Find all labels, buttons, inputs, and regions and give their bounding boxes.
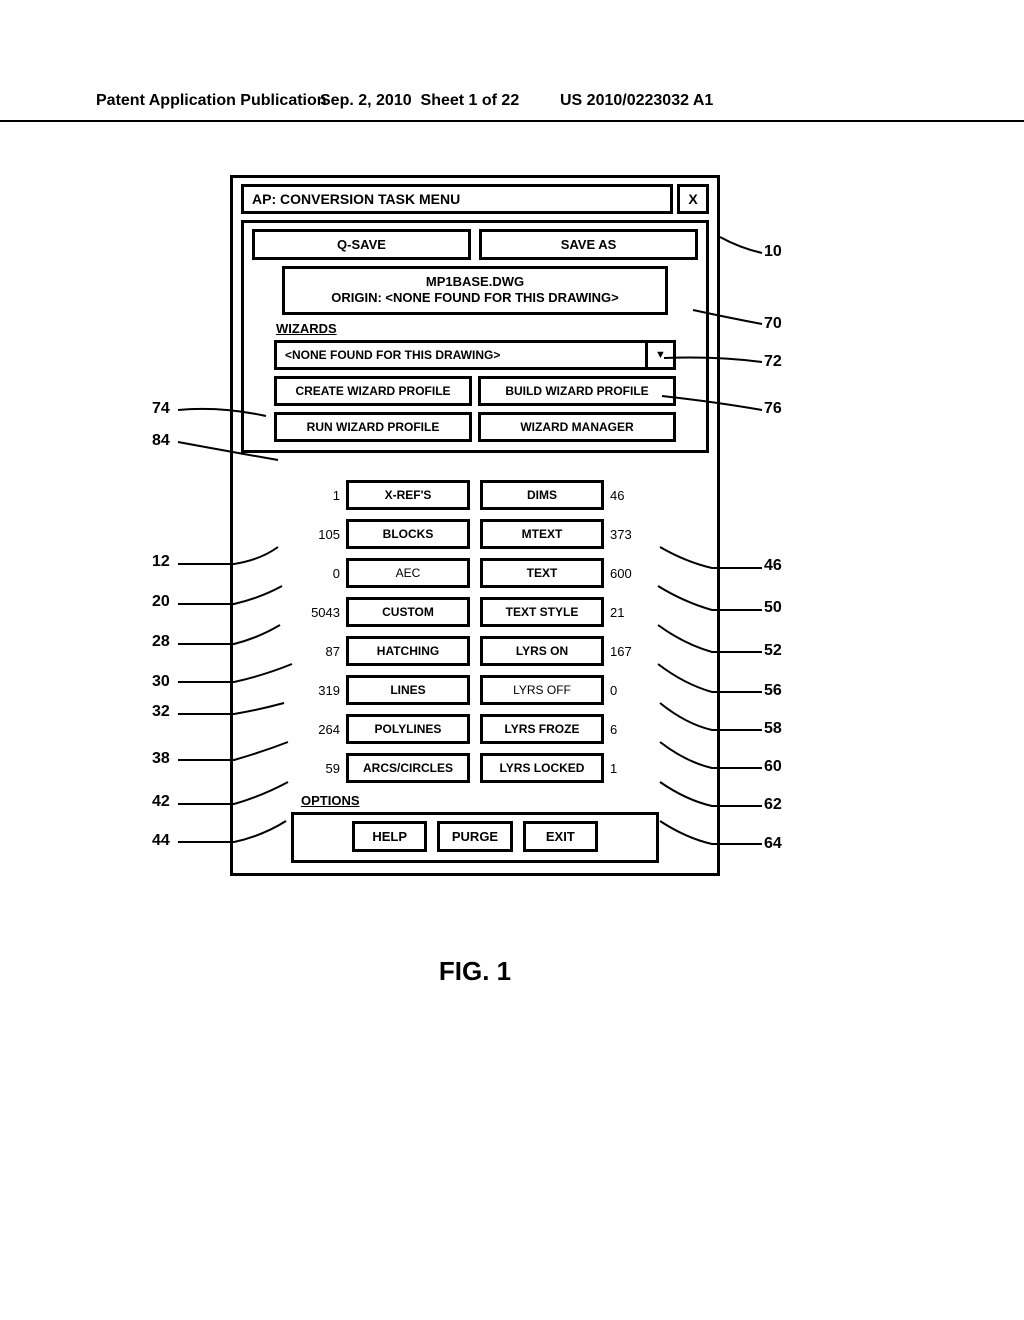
stat-count: 6 (604, 722, 654, 737)
stat-row: 59ARCS/CIRCLES (296, 752, 470, 785)
stat-count: 167 (604, 644, 654, 659)
stat-count: 46 (604, 488, 654, 503)
run-wizard-button[interactable]: RUN WIZARD PROFILE (274, 412, 472, 442)
callout-10: 10 (764, 243, 782, 261)
callout-20: 20 (152, 593, 170, 611)
stat-count: 105 (296, 527, 346, 542)
callout-64: 64 (764, 835, 782, 853)
qsave-button[interactable]: Q-SAVE (252, 229, 471, 260)
stat-button[interactable]: TEXT STYLE (480, 597, 604, 627)
stat-count: 1 (604, 761, 654, 776)
stat-row: 264POLYLINES (296, 713, 470, 746)
create-wizard-button[interactable]: CREATE WIZARD PROFILE (274, 376, 472, 406)
stat-button[interactable]: POLYLINES (346, 714, 470, 744)
stat-count: 1 (296, 488, 346, 503)
close-button[interactable]: X (677, 184, 709, 214)
help-button[interactable]: HELP (352, 821, 427, 852)
stat-count: 0 (296, 566, 346, 581)
stat-count: 264 (296, 722, 346, 737)
dialog-title: AP: CONVERSION TASK MENU (241, 184, 673, 214)
stat-count: 0 (604, 683, 654, 698)
stat-button[interactable]: LYRS ON (480, 636, 604, 666)
exit-button[interactable]: EXIT (523, 821, 598, 852)
stat-button[interactable]: LYRS OFF (480, 675, 604, 705)
stat-row: MTEXT373 (480, 518, 654, 551)
stat-button[interactable]: BLOCKS (346, 519, 470, 549)
header-date: Sep. 2, 2010 Sheet 1 of 22 (320, 92, 519, 110)
saveas-button[interactable]: SAVE AS (479, 229, 698, 260)
stat-button[interactable]: MTEXT (480, 519, 604, 549)
stat-button[interactable]: LYRS LOCKED (480, 753, 604, 783)
file-info: MP1BASE.DWG ORIGIN: <NONE FOUND FOR THIS… (282, 266, 668, 315)
save-group: Q-SAVE SAVE AS MP1BASE.DWG ORIGIN: <NONE… (241, 220, 709, 453)
stats-area: 1X-REF'S105BLOCKS0AEC5043CUSTOM87HATCHIN… (241, 479, 709, 785)
stat-count: 319 (296, 683, 346, 698)
options-heading: OPTIONS (241, 793, 709, 808)
stat-button[interactable]: CUSTOM (346, 597, 470, 627)
stat-row: TEXT600 (480, 557, 654, 590)
stat-count: 21 (604, 605, 654, 620)
stat-button[interactable]: TEXT (480, 558, 604, 588)
stat-button[interactable]: LINES (346, 675, 470, 705)
callout-52: 52 (764, 642, 782, 660)
callout-76: 76 (764, 400, 782, 418)
callout-62: 62 (764, 796, 782, 814)
wizard-manager-button[interactable]: WIZARD MANAGER (478, 412, 676, 442)
callout-28: 28 (152, 633, 170, 651)
callout-12: 12 (152, 553, 170, 571)
callout-56: 56 (764, 682, 782, 700)
stat-row: 105BLOCKS (296, 518, 470, 551)
callout-60: 60 (764, 758, 782, 776)
stat-button[interactable]: AEC (346, 558, 470, 588)
stat-row: DIMS46 (480, 479, 654, 512)
stat-count: 600 (604, 566, 654, 581)
callout-70: 70 (764, 315, 782, 333)
header-pubno: US 2010/0223032 A1 (560, 92, 713, 110)
callout-46: 46 (764, 557, 782, 575)
callout-42: 42 (152, 793, 170, 811)
chevron-down-icon[interactable]: ▼ (645, 343, 673, 367)
callout-38: 38 (152, 750, 170, 768)
stat-row: 1X-REF'S (296, 479, 470, 512)
stat-count: 87 (296, 644, 346, 659)
stat-button[interactable]: X-REF'S (346, 480, 470, 510)
callout-32: 32 (152, 703, 170, 721)
stat-count: 59 (296, 761, 346, 776)
dialog-frame: AP: CONVERSION TASK MENU X Q-SAVE SAVE A… (230, 175, 720, 876)
options-group: HELP PURGE EXIT (291, 812, 659, 863)
callout-58: 58 (764, 720, 782, 738)
callout-84: 84 (152, 432, 170, 450)
wizards-heading: WIZARDS (252, 321, 698, 336)
stat-button[interactable]: DIMS (480, 480, 604, 510)
stat-button[interactable]: ARCS/CIRCLES (346, 753, 470, 783)
stat-row: LYRS ON167 (480, 635, 654, 668)
figure-caption: FIG. 1 (230, 956, 720, 987)
wizard-dropdown[interactable]: <NONE FOUND FOR THIS DRAWING> ▼ (274, 340, 676, 370)
callout-72: 72 (764, 353, 782, 371)
purge-button[interactable]: PURGE (437, 821, 512, 852)
stat-row: LYRS FROZE6 (480, 713, 654, 746)
callout-74: 74 (152, 400, 170, 418)
wizard-dropdown-value: <NONE FOUND FOR THIS DRAWING> (277, 343, 645, 367)
header-publication: Patent Application Publication (96, 92, 327, 110)
build-wizard-button[interactable]: BUILD WIZARD PROFILE (478, 376, 676, 406)
header-divider (0, 120, 1024, 122)
callout-44: 44 (152, 832, 170, 850)
stat-row: 5043CUSTOM (296, 596, 470, 629)
stat-row: 87HATCHING (296, 635, 470, 668)
stat-count: 373 (604, 527, 654, 542)
callout-30: 30 (152, 673, 170, 691)
stat-row: LYRS OFF0 (480, 674, 654, 707)
stat-row: 319LINES (296, 674, 470, 707)
stat-button[interactable]: HATCHING (346, 636, 470, 666)
stat-count: 5043 (296, 605, 346, 620)
stat-row: 0AEC (296, 557, 470, 590)
stat-row: LYRS LOCKED1 (480, 752, 654, 785)
stat-row: TEXT STYLE21 (480, 596, 654, 629)
stat-button[interactable]: LYRS FROZE (480, 714, 604, 744)
callout-50: 50 (764, 599, 782, 617)
